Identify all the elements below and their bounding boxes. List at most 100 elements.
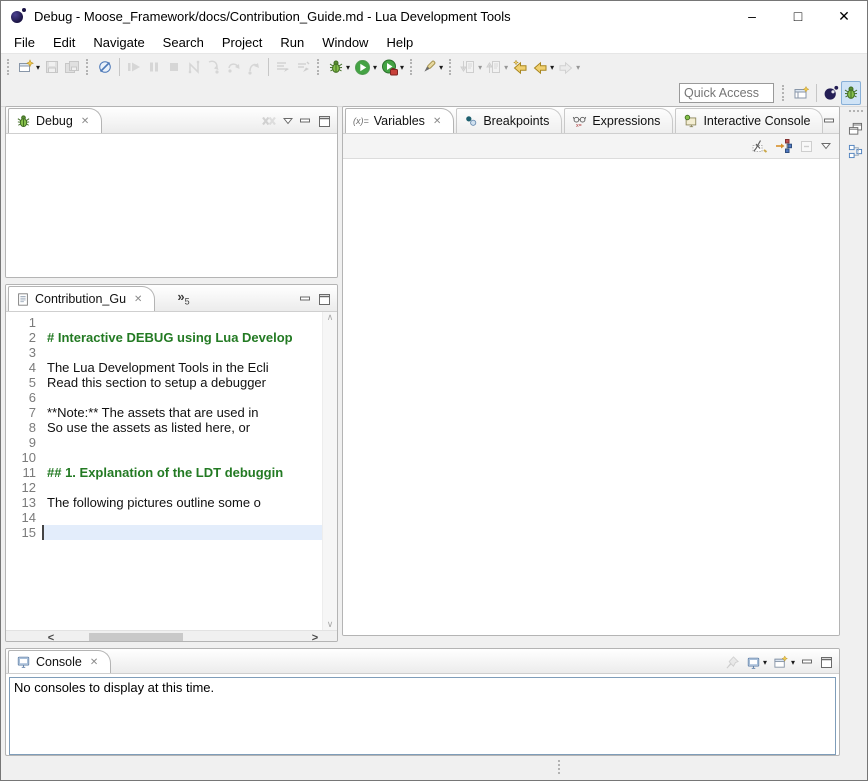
debug-perspective-button[interactable] [841, 81, 861, 105]
open-console-dropdown[interactable]: ▾ [791, 658, 795, 667]
menu-search[interactable]: Search [154, 33, 213, 52]
suspend-button[interactable] [144, 56, 164, 78]
toolbar-drag-handle[interactable] [86, 59, 91, 75]
save-button[interactable] [42, 56, 62, 78]
minimize-editor-button[interactable] [299, 293, 312, 306]
editor-text-region[interactable]: 12# Interactive DEBUG using Lua Develop3… [6, 312, 322, 630]
console-content[interactable]: No consoles to display at this time. [9, 677, 836, 755]
variables-content[interactable] [343, 159, 839, 636]
editor-line[interactable]: 4The Lua Development Tools in the Ecli [6, 360, 322, 375]
menu-help[interactable]: Help [377, 33, 422, 52]
highlighter-dropdown[interactable]: ▾ [439, 63, 443, 72]
show-type-names-button[interactable] [751, 138, 768, 154]
scroll-down-icon[interactable]: ∨ [327, 619, 334, 630]
scroll-up-icon[interactable]: ∧ [327, 312, 334, 323]
terminate-button[interactable] [164, 56, 184, 78]
lua-perspective-button[interactable] [821, 82, 841, 104]
display-selected-console-button[interactable]: ▾ [746, 656, 767, 670]
debug-view-content[interactable] [6, 134, 337, 278]
toolbar-drag-handle[interactable] [7, 59, 12, 75]
disconnect-button[interactable] [184, 56, 204, 78]
step-over-button[interactable] [224, 56, 244, 78]
tab-breakpoints[interactable]: Breakpoints [456, 108, 562, 133]
menu-navigate[interactable]: Navigate [84, 33, 153, 52]
variables-view-menu-button[interactable] [821, 142, 831, 150]
minimize-debug-view-button[interactable] [299, 115, 312, 128]
highlighter-button[interactable]: ▾ [419, 56, 445, 78]
close-editor-tab-icon[interactable]: ✕ [134, 294, 142, 305]
maximize-window-button[interactable]: □ [775, 1, 821, 31]
editor-line[interactable]: 3 [6, 345, 322, 360]
close-window-button[interactable]: ✕ [821, 1, 867, 31]
back-dropdown[interactable]: ▾ [550, 63, 554, 72]
open-perspective-button[interactable] [791, 82, 812, 104]
back-button[interactable]: ▾ [530, 56, 556, 78]
hscroll-track[interactable] [59, 632, 307, 642]
tab-console[interactable]: Console ✕ [8, 650, 111, 673]
editor-line[interactable]: 15 [6, 525, 322, 540]
next-annotation-dropdown[interactable]: ▾ [478, 63, 482, 72]
scroll-left-icon[interactable]: < [43, 632, 59, 642]
external-tools-dropdown[interactable]: ▾ [400, 63, 404, 72]
close-console-tab-icon[interactable]: ✕ [90, 657, 98, 668]
tab-variables[interactable]: (x)= Variables ✕ [345, 108, 454, 133]
menu-project[interactable]: Project [213, 33, 271, 52]
pin-console-button[interactable] [725, 655, 740, 670]
menu-edit[interactable]: Edit [44, 33, 84, 52]
editor-line[interactable]: 6 [6, 390, 322, 405]
editor-lines[interactable]: 12# Interactive DEBUG using Lua Develop3… [6, 312, 322, 630]
editor-vertical-scrollbar[interactable]: ∧ ∨ [322, 312, 337, 630]
skip-all-breakpoints-button[interactable] [95, 56, 115, 78]
tab-interactive-console[interactable]: Interactive Console [675, 108, 823, 133]
editor-line[interactable]: 12 [6, 480, 322, 495]
editor-line[interactable]: 1 [6, 315, 322, 330]
menu-file[interactable]: File [5, 33, 44, 52]
perspective-bar-drag-handle[interactable] [782, 85, 787, 101]
remove-all-terminated-button[interactable] [261, 114, 277, 128]
hidden-editors-chevron[interactable]: »5 [177, 289, 189, 311]
previous-annotation-button[interactable]: ▾ [484, 56, 510, 78]
editor-line[interactable]: 7**Note:** The assets that are used in [6, 405, 322, 420]
scroll-right-icon[interactable]: > [307, 632, 323, 642]
external-tools-button[interactable]: ▾ [379, 56, 406, 78]
close-debug-tab-icon[interactable]: ✕ [81, 116, 89, 127]
toolbar-drag-handle[interactable] [449, 59, 454, 75]
debug-button[interactable]: ▾ [326, 56, 352, 78]
quick-access-input[interactable] [679, 83, 774, 103]
minimize-console-button[interactable] [801, 656, 814, 669]
show-logical-structure-button[interactable] [775, 138, 792, 154]
toolbar-drag-handle[interactable] [317, 59, 322, 75]
editor-horizontal-scrollbar[interactable]: < > [6, 630, 337, 642]
tab-contribution-guide[interactable]: Contribution_Gu ✕ [8, 286, 155, 311]
minimize-window-button[interactable]: – [729, 1, 775, 31]
forward-button[interactable]: ▾ [556, 56, 582, 78]
step-return-button[interactable] [244, 56, 264, 78]
run-dropdown[interactable]: ▾ [373, 63, 377, 72]
restore-view-button[interactable] [848, 122, 863, 136]
collapse-all-button[interactable] [799, 139, 814, 154]
editor-line[interactable]: 9 [6, 435, 322, 450]
maximize-editor-button[interactable] [318, 293, 331, 306]
display-console-dropdown[interactable]: ▾ [763, 658, 767, 667]
new-wizard-dropdown[interactable]: ▾ [36, 63, 40, 72]
tab-debug[interactable]: Debug ✕ [8, 108, 102, 133]
maximize-console-button[interactable] [820, 656, 833, 669]
editor-line[interactable]: 13The following pictures outline some o [6, 495, 322, 510]
maximize-debug-view-button[interactable] [318, 115, 331, 128]
step-into-button[interactable] [204, 56, 224, 78]
editor-line[interactable]: 10 [6, 450, 322, 465]
toolbar-drag-handle[interactable] [410, 59, 415, 75]
next-annotation-button[interactable]: ▾ [458, 56, 484, 78]
save-all-button[interactable] [62, 56, 82, 78]
outline-view-button[interactable] [848, 144, 863, 159]
new-wizard-button[interactable]: ▾ [16, 56, 42, 78]
run-button[interactable]: ▾ [352, 56, 379, 78]
debug-dropdown[interactable]: ▾ [346, 63, 350, 72]
last-edit-location-button[interactable] [510, 56, 530, 78]
use-step-filters-button[interactable] [273, 56, 293, 78]
open-console-button[interactable]: ▾ [773, 655, 795, 670]
menu-window[interactable]: Window [313, 33, 377, 52]
previous-annotation-dropdown[interactable]: ▾ [504, 63, 508, 72]
hscroll-thumb[interactable] [89, 633, 183, 642]
editor-line[interactable]: 2# Interactive DEBUG using Lua Develop [6, 330, 322, 345]
